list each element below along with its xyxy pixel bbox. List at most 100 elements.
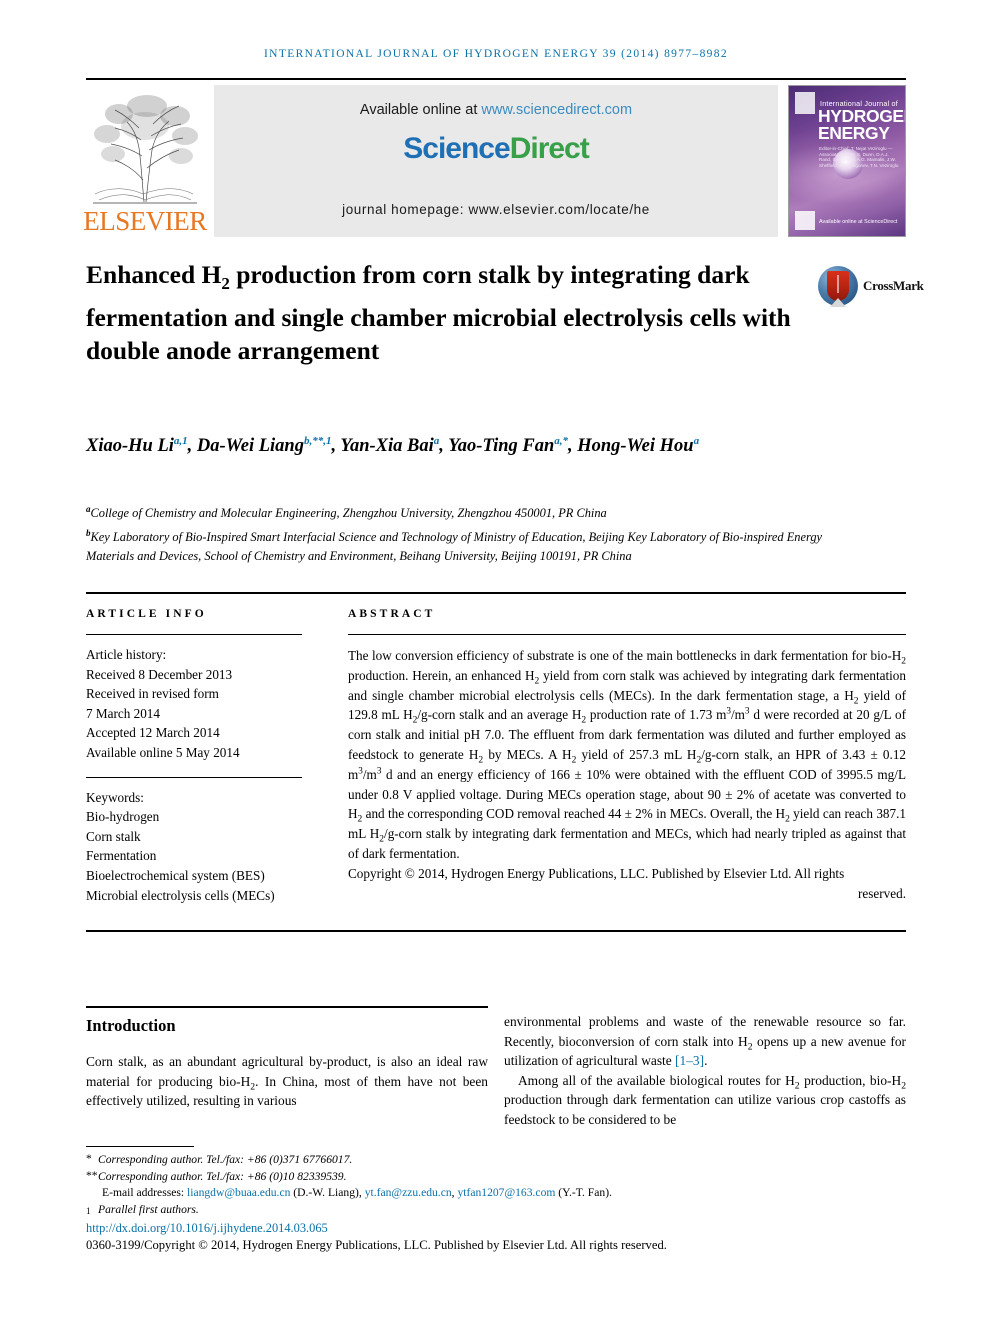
footnote-mark: 1 — [86, 1205, 91, 1216]
page-title: Enhanced H2 production from corn stalk b… — [86, 258, 806, 368]
abstract-text: The low conversion efficiency of substra… — [348, 648, 907, 861]
top-rule — [86, 78, 906, 80]
keyword-item: Bio-hydrogen — [86, 809, 160, 825]
footnote-block: * Corresponding author. Tel./fax: +86 (0)… — [86, 1152, 906, 1218]
citation-reference[interactable]: [1–3] — [675, 1053, 704, 1068]
crossmark-badge[interactable]: CrossMark — [818, 266, 924, 307]
sciencedirect-link[interactable]: www.sciencedirect.com — [481, 102, 632, 118]
title-block: Enhanced H2 production from corn stalk b… — [86, 258, 806, 368]
abstract-body: The low conversion efficiency of substra… — [348, 646, 906, 903]
footnote-text: Corresponding author. Tel./fax: +86 (0)1… — [98, 1169, 347, 1183]
author-affiliation-marks: b,**,1 — [303, 435, 332, 447]
author-name: Yan-Xia Bai — [340, 436, 434, 457]
footnote-corresponding-author-2: ** Corresponding author. Tel./fax: +86 (0… — [86, 1169, 906, 1186]
cover-elsevier-mark — [795, 92, 815, 114]
sciencedirect-logo: ScienceDirect — [214, 132, 778, 166]
available-online-text: Available online at — [359, 102, 482, 118]
article-history-item: Received 8 December 2013 — [86, 666, 233, 682]
author-name: Xiao-Hu Li — [86, 436, 174, 457]
body-column-left: Introduction Corn stalk, as an abundant … — [86, 1016, 488, 1111]
cover-ihee-mark — [795, 211, 815, 230]
introduction-rule — [86, 1006, 488, 1008]
author-name: Da-Wei Liang — [196, 436, 304, 457]
email-label: E-mail addresses: — [102, 1186, 187, 1200]
author-separator: , — [187, 436, 197, 457]
author-name: Yao-Ting Fan — [448, 436, 555, 457]
email-link-liang[interactable]: liangdw@buaa.edu.cn — [187, 1186, 290, 1199]
affiliation-item: bKey Laboratory of Bio-Inspired Smart In… — [86, 524, 826, 567]
sciencedirect-logo-science: Science — [403, 132, 510, 165]
affiliation-text: Key Laboratory of Bio-Inspired Smart Int… — [86, 529, 823, 564]
sciencedirect-banner: Available online at www.sciencedirect.co… — [214, 85, 778, 237]
author-affiliation-marks: a,1 — [173, 435, 188, 447]
abstract-column: ABSTRACT The low conversion efficiency o… — [348, 608, 906, 903]
footnote-mark: * — [86, 1152, 92, 1165]
footnote-mark: ** — [86, 1168, 98, 1182]
available-online-line: Available online at www.sciencedirect.co… — [214, 102, 778, 118]
cover-sciencedirect-credit: Available online at ScienceDirect — [819, 219, 898, 225]
author-item: Hong-Wei Houa — [577, 435, 700, 457]
crossmark-label: CrossMark — [863, 278, 924, 293]
footnote-parallel-authors: 1 Parallel first authors. — [86, 1202, 906, 1219]
title-line1-pre: Enhanced H — [86, 260, 222, 289]
author-item: Xiao-Hu Lia,1, — [86, 435, 197, 457]
email-link-fan-163[interactable]: ytfan1207@163.com — [457, 1186, 555, 1199]
title-line4: arrangement — [237, 336, 380, 366]
footnote-rule — [86, 1146, 194, 1147]
author-name: Hong-Wei Hou — [577, 436, 694, 457]
author-item: Yao-Ting Fana,*, — [448, 435, 578, 457]
keywords-divider — [86, 776, 302, 778]
footnote-corresponding-author-1: * Corresponding author. Tel./fax: +86 (0)… — [86, 1152, 906, 1169]
running-head: International Journal of Hydrogen Energy… — [264, 48, 728, 60]
elsevier-tree-icon — [93, 95, 198, 204]
keyword-item: Microbial electrolysis cells (MECs) — [86, 887, 275, 903]
affiliation-text: College of Chemistry and Molecular Engin… — [90, 506, 607, 521]
abstract-divider — [348, 634, 906, 635]
doi-link[interactable]: http://dx.doi.org/10.1016/j.ijhydene.201… — [86, 1221, 328, 1236]
body-paragraph: Among all of the available biological ro… — [504, 1072, 906, 1127]
author-affiliation-marks: a — [693, 435, 700, 447]
abstract-copyright: Copyright © 2014, Hydrogen Energy Public… — [348, 865, 845, 881]
author-affiliation-marks: a,* — [554, 435, 568, 447]
article-history-item: Available online 5 May 2014 — [86, 744, 240, 760]
cover-main-title: HYDROGEN ENERGY — [818, 107, 905, 143]
abstract-heading: ABSTRACT — [348, 608, 436, 620]
crossmark-icon — [818, 266, 858, 307]
author-list: Xiao-Hu Lia,1, Da-Wei Liangb,**,1, Yan-X… — [86, 428, 846, 459]
section-heading-introduction: Introduction — [86, 1016, 176, 1035]
article-history-block: Article history: Received 8 December 201… — [86, 645, 302, 763]
author-separator: , — [439, 436, 449, 457]
author-separator: , — [568, 436, 578, 457]
journal-cover-thumbnail: International Journal of HYDROGEN ENERGY… — [788, 85, 906, 237]
title-subscript: 2 — [221, 274, 230, 294]
cover-editors: Editor-in-Chief: T. Nejat Veziroglu — As… — [819, 146, 899, 168]
footnote-emails: E-mail addresses: liangdw@buaa.edu.cn (D… — [86, 1185, 906, 1202]
email-owner-1: (D.-W. Liang), — [290, 1186, 365, 1200]
title-line1-post: production from corn stalk by — [229, 260, 564, 289]
elsevier-wordmark: ELSEVIER — [83, 206, 207, 236]
article-history-label: Article history: — [86, 647, 167, 662]
footnote-text: Corresponding author. Tel./fax: +86 (0)3… — [98, 1153, 353, 1166]
keyword-item: Corn stalk — [86, 828, 141, 844]
article-history-item: Accepted 12 March 2014 — [86, 725, 220, 741]
crossmark-book-shape — [827, 271, 849, 301]
author-item: Yan-Xia Baia, — [340, 435, 449, 457]
elsevier-logo: ELSEVIER — [83, 85, 207, 237]
issn-copyright-line: 0360-3199/Copyright © 2014, Hydrogen Ene… — [86, 1238, 667, 1252]
cover-title-line2: ENERGY — [818, 123, 890, 143]
footnote-text: Parallel first authors. — [98, 1202, 199, 1216]
keywords-label: Keywords: — [86, 789, 144, 805]
keyword-item: Bioelectrochemical system (BES) — [86, 867, 265, 883]
email-owner-2: (Y.-T. Fan). — [555, 1186, 612, 1200]
body-paragraph: environmental problems and waste of the … — [504, 1012, 906, 1071]
journal-masthead: ELSEVIER Available online at www.science… — [83, 85, 906, 237]
abstract-copyright-tail: reserved. — [858, 885, 906, 901]
body-paragraph: Corn stalk, as an abundant agricultural … — [86, 1054, 488, 1109]
journal-article-first-page: International Journal of Hydrogen Energy… — [0, 0, 992, 1323]
email-link-fan-zzu[interactable]: yt.fan@zzu.edu.cn — [365, 1186, 452, 1199]
body-paragraph-text-end: . — [704, 1053, 708, 1069]
body-column-right: environmental problems and waste of the … — [504, 1012, 906, 1130]
article-history-item: Received in revised form — [86, 686, 219, 702]
article-info-divider — [86, 634, 302, 635]
affiliation-list: aCollege of Chemistry and Molecular Engi… — [86, 500, 826, 567]
